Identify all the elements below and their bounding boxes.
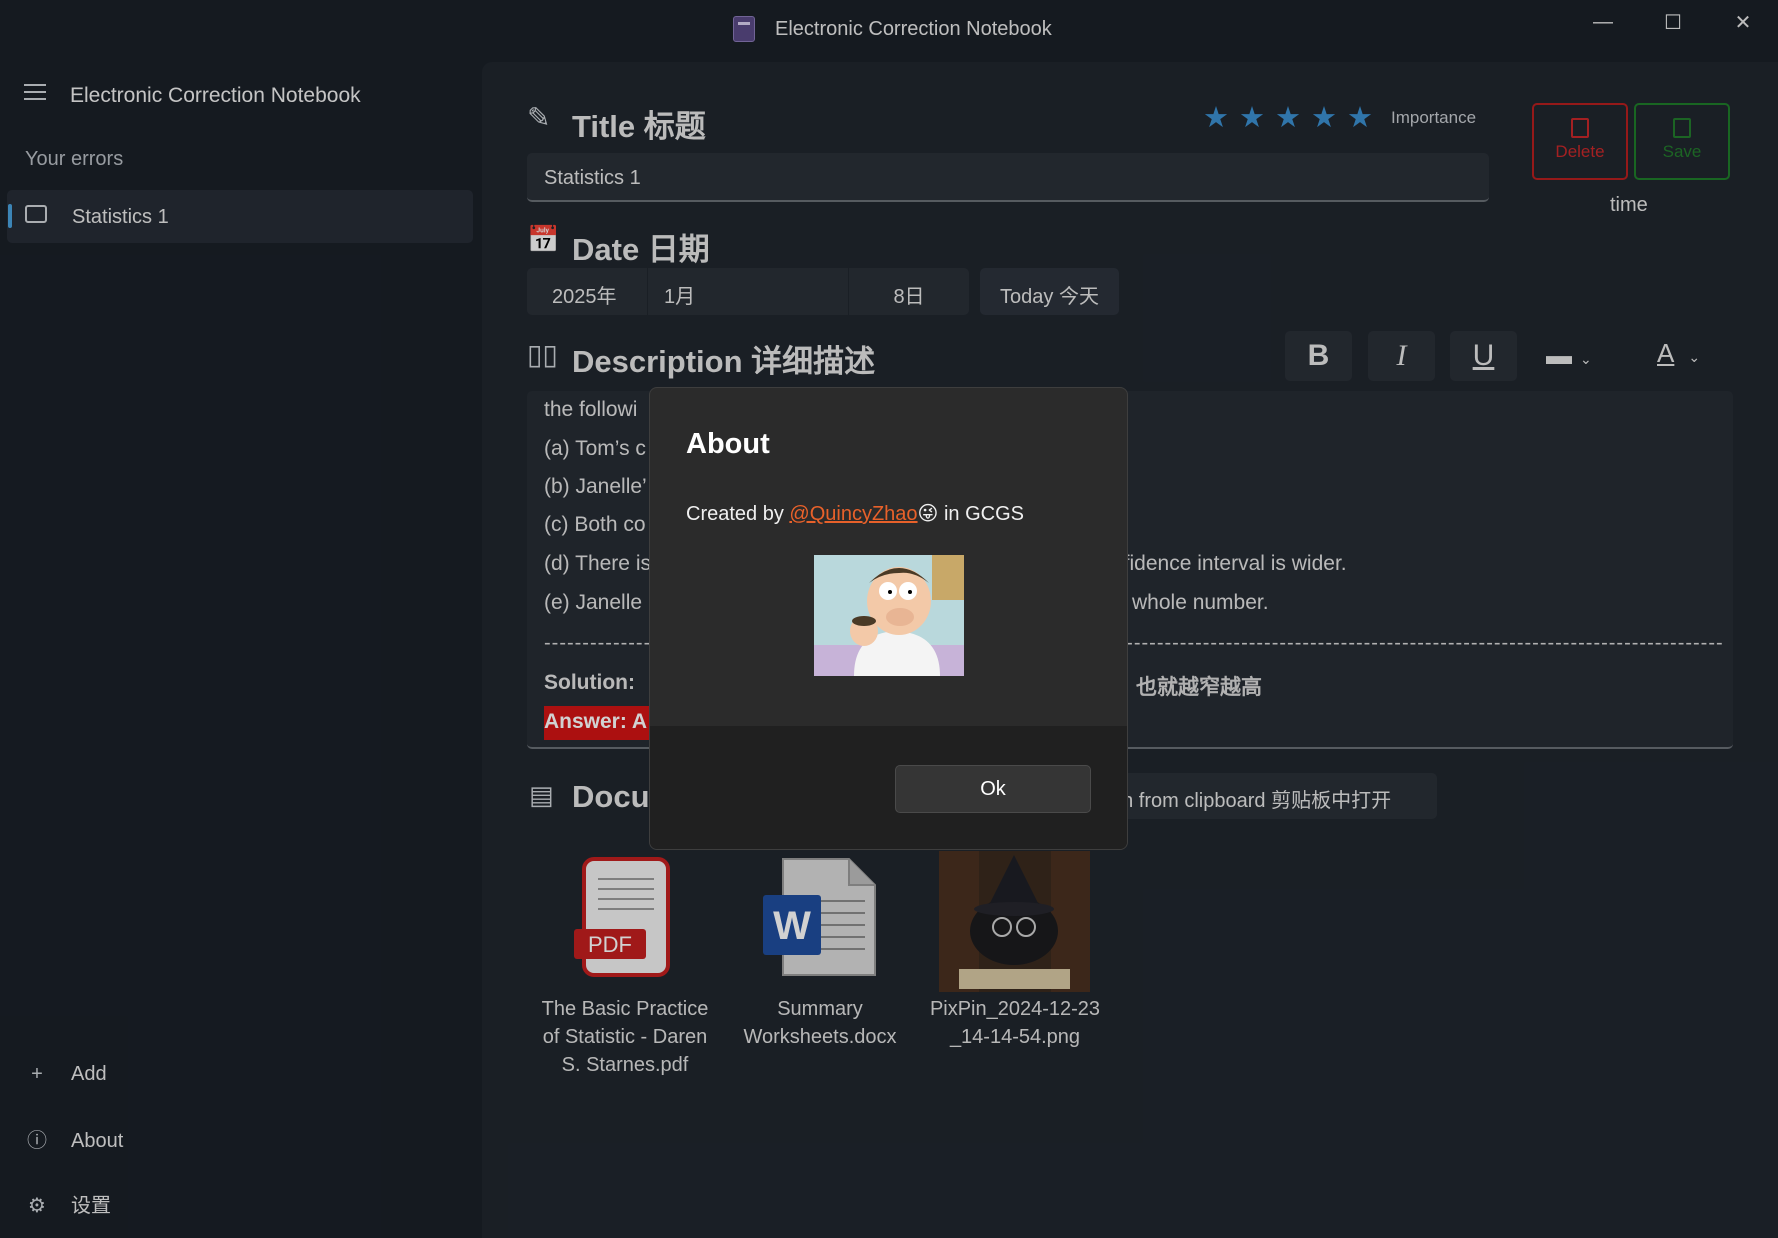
dialog-title: About: [686, 428, 770, 460]
ok-button[interactable]: Ok: [895, 765, 1091, 813]
emoji: 😜: [917, 503, 939, 525]
dialog-text: Created by @QuincyZhao😜 in GCGS: [686, 503, 1024, 525]
avatar: [814, 555, 964, 676]
about-dialog: About Created by @QuincyZhao😜 in GCGS Ok: [649, 387, 1128, 850]
author-link[interactable]: @QuincyZhao: [789, 503, 917, 525]
